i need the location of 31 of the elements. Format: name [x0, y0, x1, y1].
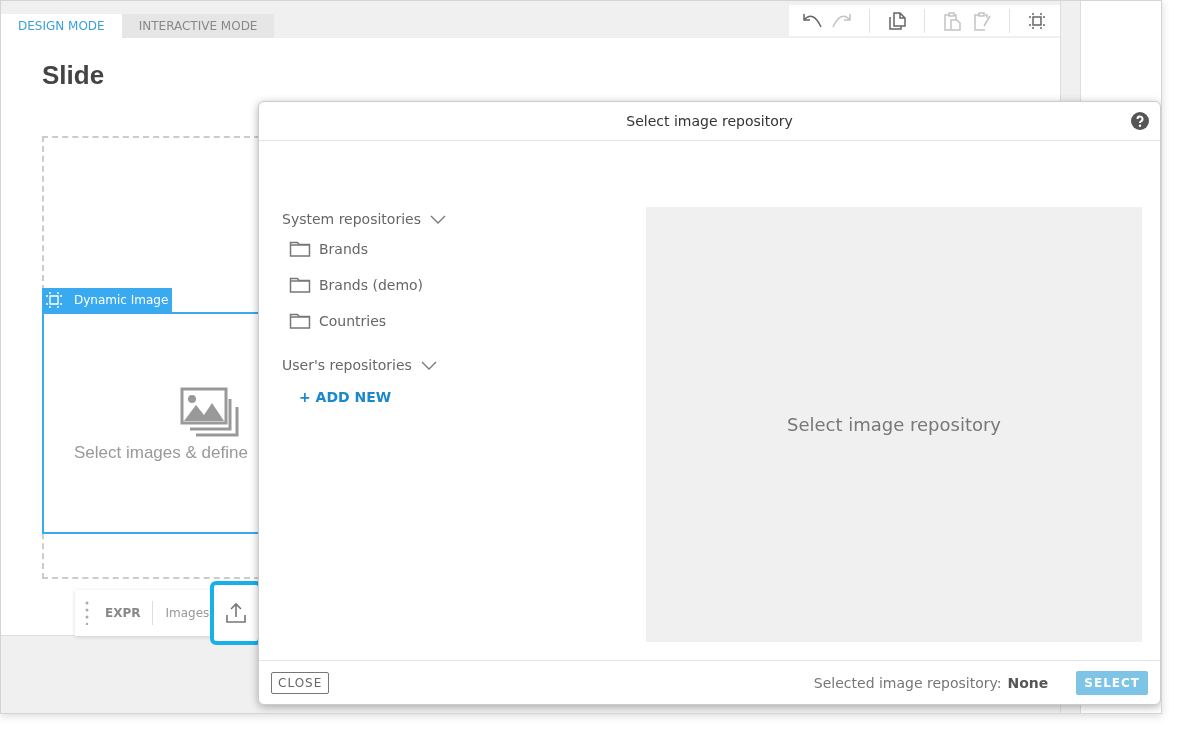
repository-item[interactable]: Countries [319, 313, 387, 329]
mode-tab[interactable]: INTERACTIVE MODE [121, 14, 275, 38]
dialog-title: Select image repository [626, 113, 793, 129]
widget-label: Dynamic Image [74, 293, 169, 307]
preview-panel: Select image repository [646, 207, 1142, 642]
images-icon [180, 387, 240, 437]
folder-icon [289, 240, 311, 258]
mode-tab[interactable]: DESIGN MODE [1, 14, 122, 38]
close-button[interactable]: CLOSE [271, 671, 330, 694]
selected-repository-value: None [1007, 674, 1049, 691]
chevron-icon [428, 213, 447, 225]
expr-button[interactable]: EXPR [89, 606, 153, 620]
slide-title: Slide [42, 59, 106, 92]
repository-section[interactable]: User's repositories [282, 353, 438, 377]
copy-icon [886, 9, 909, 32]
frame-icon [44, 290, 64, 310]
widget-hint: Select images & define [74, 443, 248, 463]
upload-icon [224, 601, 249, 625]
add-new-link[interactable]: + ADD NEW [282, 389, 392, 405]
help-icon[interactable] [1131, 112, 1149, 130]
selected-repository-label: Selected image repository: [813, 674, 1002, 691]
repository-item[interactable]: Brands (demo) [319, 277, 424, 293]
chevron-icon [419, 359, 438, 371]
folder-icon [289, 276, 311, 294]
clipboard-brush-icon [971, 9, 994, 32]
drag-handle-icon[interactable] [85, 601, 89, 625]
repository-item[interactable]: Brands [319, 241, 368, 257]
repository-section[interactable]: System repositories [282, 207, 447, 231]
folder-icon [289, 312, 311, 330]
images-button[interactable]: Images [153, 606, 210, 620]
paste-icon [941, 9, 964, 32]
